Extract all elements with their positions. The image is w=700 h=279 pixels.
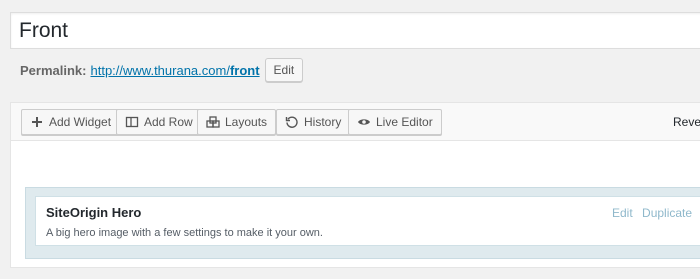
revert-link[interactable]: Revert	[673, 115, 700, 129]
row-icon	[125, 115, 139, 129]
history-label: History	[304, 115, 342, 129]
builder-toolbar: Add Widget Add Row Layouts History Live …	[11, 103, 700, 141]
layouts-icon	[206, 115, 220, 129]
widget-edit-link[interactable]: Edit	[612, 206, 633, 220]
add-widget-button[interactable]: Add Widget	[21, 109, 121, 135]
history-button[interactable]: History	[276, 109, 351, 135]
permalink-bar: Permalink: http://www.thurana.com/front …	[20, 58, 304, 82]
layouts-label: Layouts	[225, 115, 268, 129]
live-editor-label: Live Editor	[376, 115, 433, 129]
widget-description: A big hero image with a few settings to …	[46, 227, 323, 239]
permalink-slug: front	[229, 62, 260, 78]
widget-title: SiteOrigin Hero	[46, 205, 142, 220]
live-editor-button[interactable]: Live Editor	[348, 109, 442, 135]
widget-card[interactable]: SiteOrigin Hero A big hero image with a …	[35, 196, 700, 246]
post-title-input[interactable]: Front	[19, 17, 68, 45]
add-row-button[interactable]: Add Row	[116, 109, 202, 135]
post-title-field[interactable]: Front	[10, 12, 700, 49]
widget-actions: Edit Duplicate	[612, 206, 698, 220]
widget-duplicate-link[interactable]: Duplicate	[642, 206, 692, 220]
layouts-button[interactable]: Layouts	[197, 109, 277, 135]
add-widget-label: Add Widget	[49, 115, 112, 129]
plus-icon	[30, 115, 44, 129]
history-icon	[285, 115, 299, 129]
permalink-label: Permalink:	[20, 62, 87, 78]
eye-icon	[357, 115, 371, 129]
permalink-edit-button[interactable]: Edit	[264, 58, 304, 82]
builder-row[interactable]: SiteOrigin Hero A big hero image with a …	[25, 187, 700, 259]
page-builder-panel: Add Widget Add Row Layouts History Live …	[10, 102, 700, 268]
permalink-link[interactable]: http://www.thurana.com/front	[90, 63, 259, 78]
add-row-label: Add Row	[144, 115, 193, 129]
permalink-url-base: http://www.thurana.com/	[90, 62, 230, 78]
